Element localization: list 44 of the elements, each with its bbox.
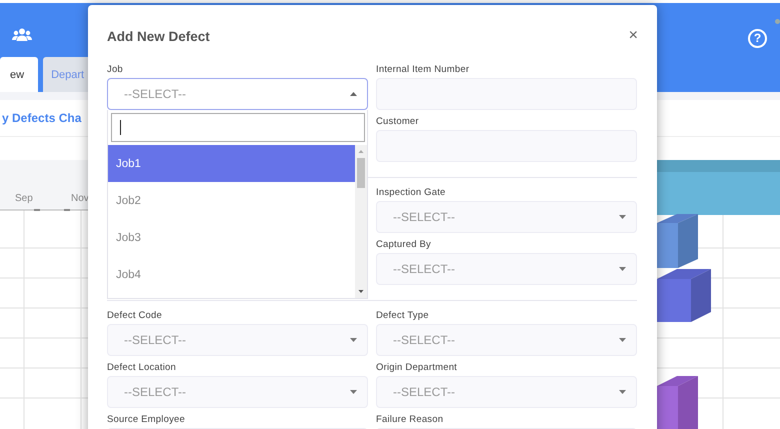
chart-bar [657,376,698,429]
notification-dot [775,19,780,24]
chart-bar [657,269,711,322]
search-field[interactable] [111,113,365,142]
caret-down-icon [619,390,626,394]
field-label: Customer [376,117,420,127]
select-field[interactable]: --SELECT-- [376,376,637,408]
users-icon[interactable] [12,28,32,42]
select-field[interactable]: --SELECT-- [107,376,368,408]
chart-title: y Defects Cha [2,111,82,125]
field-label: Captured By [376,240,432,250]
select-field[interactable]: --SELECT-- [376,324,637,356]
select-field[interactable]: --SELECT-- [107,78,368,110]
field-label: Defect Location [107,363,178,373]
field-label: Job [107,65,124,75]
caret-down-icon [619,267,626,271]
caret-down-icon [350,338,357,342]
caret-down-icon [619,338,626,342]
dropdown-option[interactable]: Job1 [108,145,355,182]
text-cursor-icon [120,120,121,135]
dropdown-option[interactable]: Job2 [108,182,355,219]
caret-down-icon [619,215,626,219]
dialog-title: Add New Defect [107,28,210,44]
select-field[interactable]: --SELECT-- [107,324,368,356]
field-label: Defect Type [376,311,430,321]
axis-tick [64,209,70,211]
field-label: Inspection Gate [376,188,447,198]
field-label: Origin Department [376,363,458,373]
axis-tick [34,209,40,211]
axis-label: Sep [15,193,33,204]
close-button[interactable]: × [628,27,638,45]
field-label: Source Employee [107,415,186,425]
select-field[interactable]: --SELECT-- [376,253,637,285]
axis-label: Nov [71,193,89,204]
tab[interactable]: ew [0,57,38,92]
help-button[interactable]: ? [748,29,767,48]
caret-down-icon [350,390,357,394]
field-label: Internal Item Number [376,65,470,75]
select-field[interactable]: --SELECT-- [376,201,637,233]
dropdown-option[interactable]: Job3 [108,219,355,256]
field-label: Failure Reason [376,415,444,425]
field-label: Defect Code [107,311,164,321]
scrollbar[interactable] [355,145,367,298]
dropdown-option[interactable]: Job4 [108,256,355,293]
